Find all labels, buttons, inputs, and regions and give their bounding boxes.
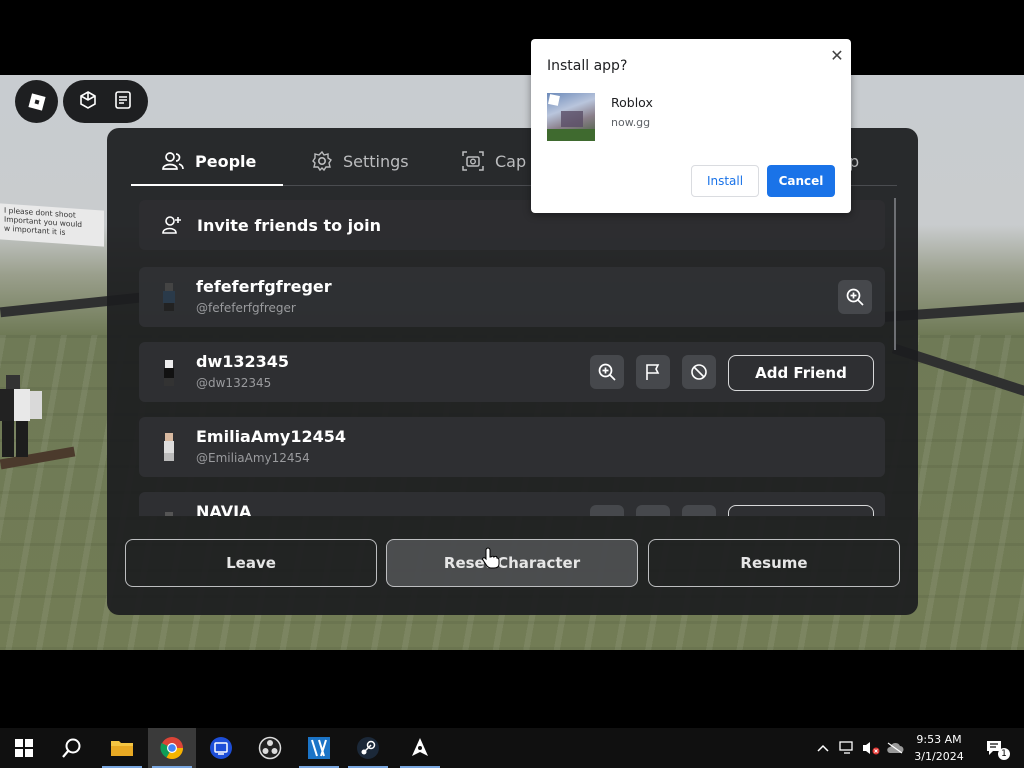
- player-row[interactable]: NAVIA Add Friend: [139, 492, 885, 516]
- player-handle: @dw132345: [196, 376, 272, 390]
- scrollbar[interactable]: [894, 198, 896, 350]
- close-icon[interactable]: ✕: [827, 45, 847, 65]
- hand-cursor-icon: [482, 547, 500, 569]
- sign: I please dont shoot Important you would …: [0, 203, 104, 247]
- taskbar-clock[interactable]: 9:53 AM 3/1/2024: [906, 731, 972, 765]
- steam-icon: [357, 737, 379, 759]
- network-tray[interactable]: [836, 728, 858, 768]
- pen-icon: [412, 738, 428, 756]
- chrome-icon: [160, 737, 183, 759]
- file-explorer-button[interactable]: [98, 728, 146, 768]
- reset-character-button[interactable]: Reset Character: [386, 539, 638, 587]
- flag-icon: [646, 364, 660, 380]
- cloud-off-icon: [887, 742, 904, 754]
- cancel-button[interactable]: Cancel: [767, 165, 835, 197]
- inspect-button[interactable]: [590, 355, 624, 389]
- remote-app-button[interactable]: [197, 728, 245, 768]
- app-url: now.gg: [611, 116, 651, 129]
- resume-button[interactable]: Resume: [648, 539, 900, 587]
- chat-log-icon[interactable]: [112, 89, 134, 115]
- onedrive-tray[interactable]: [884, 728, 906, 768]
- player-character: [0, 375, 42, 457]
- windows-icon: [15, 739, 33, 757]
- steam-button[interactable]: [344, 728, 392, 768]
- add-person-icon: [162, 216, 181, 234]
- avatar: [164, 433, 174, 461]
- invite-label: Invite friends to join: [197, 215, 382, 235]
- pen-app-button[interactable]: [396, 728, 444, 768]
- player-row[interactable]: fefeferfgfreger @fefeferfgfreger: [139, 267, 885, 327]
- tab-people-label: People: [195, 151, 257, 171]
- app-button[interactable]: [295, 728, 343, 768]
- network-icon: [839, 741, 853, 754]
- notification-badge: 1: [998, 748, 1010, 760]
- active-tab-indicator: [131, 184, 283, 186]
- obs-icon: [258, 736, 282, 760]
- player-row[interactable]: EmiliaAmy12454 @EmiliaAmy12454: [139, 417, 885, 477]
- camera-icon: [462, 151, 484, 171]
- avatar: [164, 360, 174, 386]
- start-button[interactable]: [0, 728, 48, 768]
- clock-time: 9:53 AM: [916, 733, 962, 746]
- action-center-button[interactable]: 1: [978, 728, 1012, 768]
- avatar-cube-icon[interactable]: [77, 89, 99, 115]
- zoom-in-icon: [598, 363, 616, 381]
- roblox-menu-button[interactable]: [15, 80, 58, 123]
- people-icon: [162, 152, 184, 170]
- sign-text: I please dont shoot Important you would …: [4, 205, 83, 237]
- player-name: EmiliaAmy12454: [196, 427, 346, 446]
- inspect-button[interactable]: [838, 280, 872, 314]
- search-icon: [62, 738, 81, 758]
- roblox-logo-icon: [27, 92, 46, 111]
- block-icon: [691, 364, 707, 380]
- add-friend-button[interactable]: Add Friend: [728, 505, 874, 516]
- player-name: dw132345: [196, 352, 290, 371]
- zoom-in-icon: [846, 288, 864, 306]
- player-name: fefeferfgfreger: [196, 277, 332, 296]
- obs-button[interactable]: [246, 728, 294, 768]
- chrome-button[interactable]: [148, 728, 196, 768]
- chevron-up-icon: [817, 744, 829, 752]
- player-handle: @EmiliaAmy12454: [196, 451, 310, 465]
- tab-settings[interactable]: Settings: [311, 136, 409, 186]
- gear-icon: [312, 150, 332, 172]
- volume-tray[interactable]: [860, 728, 882, 768]
- inspect-button[interactable]: [590, 505, 624, 516]
- dialog-title: Install app?: [547, 58, 628, 74]
- show-hidden-icons[interactable]: [812, 728, 834, 768]
- player-name: NAVIA: [196, 502, 252, 516]
- search-button[interactable]: [48, 728, 96, 768]
- app-name: Roblox: [611, 95, 653, 110]
- add-friend-button[interactable]: Add Friend: [728, 355, 874, 391]
- remote-desktop-icon: [210, 737, 232, 759]
- folder-icon: [111, 741, 133, 756]
- tab-settings-label: Settings: [343, 151, 409, 171]
- tab-capture-label: Cap: [495, 151, 527, 171]
- tab-people[interactable]: People: [161, 136, 256, 186]
- clock-date: 3/1/2024: [914, 750, 964, 763]
- player-row[interactable]: dw132345 @dw132345 Add Friend: [139, 342, 885, 402]
- leave-button[interactable]: Leave: [125, 539, 377, 587]
- player-handle: @fefeferfgfreger: [196, 301, 296, 315]
- block-button[interactable]: [682, 355, 716, 389]
- install-app-dialog: Install app? ✕ Roblox now.gg Install Can…: [531, 39, 851, 213]
- windows-taskbar: 9:53 AM 3/1/2024 1: [0, 728, 1024, 768]
- volume-muted-icon: [863, 742, 880, 755]
- app-thumbnail: [547, 93, 595, 141]
- report-button[interactable]: [636, 355, 670, 389]
- player-list[interactable]: Invite friends to join fefeferfgfreger @…: [139, 200, 885, 516]
- app-icon: [308, 737, 330, 759]
- avatar: [165, 512, 173, 516]
- tab-capture[interactable]: Cap: [461, 136, 526, 186]
- block-button[interactable]: [682, 505, 716, 516]
- install-button[interactable]: Install: [691, 165, 759, 197]
- report-button[interactable]: [636, 505, 670, 516]
- top-controls: [63, 80, 148, 123]
- avatar: [163, 283, 175, 311]
